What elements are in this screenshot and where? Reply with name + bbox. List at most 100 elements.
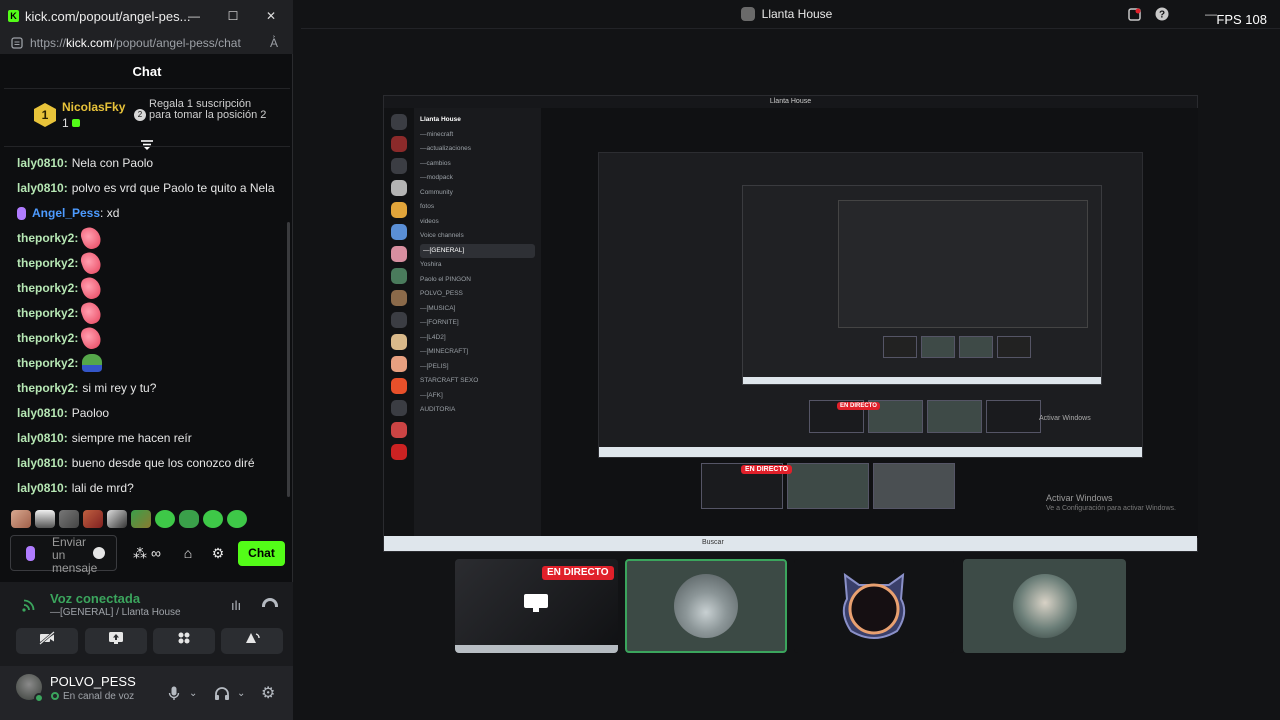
pepe-emote-icon xyxy=(82,354,103,372)
nested-channel: POLVO_PESS xyxy=(420,290,463,297)
nested-server-header: Llanta House xyxy=(420,116,461,123)
streamer-badge-icon xyxy=(17,206,26,220)
chat-username[interactable]: theporky2: xyxy=(17,231,78,245)
divider xyxy=(301,28,1280,29)
chat-username[interactable]: laly0810: xyxy=(17,181,68,195)
emote-icon[interactable] xyxy=(179,510,199,528)
nested-channel: —actualizaciones xyxy=(420,145,471,152)
chat-message: laly0810: bueno desde que los conozco dir… xyxy=(17,454,255,472)
store-icon[interactable]: ⌂ xyxy=(180,545,196,561)
chat-scrollbar[interactable] xyxy=(287,222,290,497)
noise-suppression-icon[interactable]: ılı xyxy=(231,598,241,613)
chat-username[interactable]: laly0810: xyxy=(17,406,68,420)
address-bar[interactable]: https://kick.com/popout/angel-pess/chat … xyxy=(0,32,293,54)
leader-username[interactable]: NicolasFky xyxy=(62,100,125,114)
chat-username[interactable]: Angel_Pess xyxy=(32,206,100,220)
mic-badge-icon xyxy=(26,546,35,561)
nested-stream-area: EN DIRECTO Activar Windows EN DIRECTO Ac… xyxy=(541,108,1198,538)
minimize-button[interactable]: — xyxy=(186,8,202,24)
emote-icon[interactable] xyxy=(35,510,55,528)
maximize-button[interactable]: ☐ xyxy=(225,8,241,24)
chat-message: theporky2: xyxy=(17,274,104,302)
chat-username[interactable]: theporky2: xyxy=(17,356,78,370)
leader-count: 1 xyxy=(62,116,80,130)
send-chat-button[interactable]: Chat xyxy=(238,541,285,566)
recent-emotes xyxy=(11,508,286,530)
emote-icon[interactable] xyxy=(155,510,175,528)
users-icon[interactable]: ⁂ xyxy=(132,545,148,561)
chat-username[interactable]: theporky2: xyxy=(17,381,78,395)
chevron-down-icon[interactable]: ⌄ xyxy=(189,688,197,699)
emoji-button[interactable] xyxy=(93,547,105,559)
stream-video[interactable]: Llanta House Llanta House —minecraft —ac… xyxy=(383,95,1198,552)
mic-icon[interactable] xyxy=(168,686,180,704)
nested-channel: AUDITORIA xyxy=(420,406,456,413)
emote-icon[interactable] xyxy=(11,510,31,528)
stream-stage: Llanta House ? — FPS 108 Llanta House Ll… xyxy=(293,0,1280,720)
url-text[interactable]: https://kick.com/popout/angel-pess/chat xyxy=(30,36,241,50)
chat-username[interactable]: laly0810: xyxy=(17,156,68,170)
nested-taskbar xyxy=(599,447,1142,457)
chat-username[interactable]: theporky2: xyxy=(17,256,78,270)
settings-icon[interactable]: ⚙ xyxy=(210,545,226,561)
stream-tile-avatar-duo[interactable] xyxy=(963,559,1126,653)
voice-status-icon xyxy=(51,692,59,700)
emote-icon[interactable] xyxy=(83,510,103,528)
nested-channel: —[MUSICA] xyxy=(420,304,456,312)
stream-tile-avatar-lake[interactable] xyxy=(625,559,787,653)
help-icon[interactable]: ? xyxy=(1154,6,1170,22)
emote-icon[interactable] xyxy=(131,510,151,528)
chat-message: theporky2: xyxy=(17,299,104,327)
nested-window-4 xyxy=(838,200,1088,328)
chat-text: Paoloo xyxy=(71,406,110,420)
nested-channel: Paolo el PINGON xyxy=(420,275,471,283)
emote-icon[interactable] xyxy=(107,510,127,528)
heart-emote-icon xyxy=(79,274,104,302)
read-aloud-icon[interactable]: A͐ xyxy=(270,36,278,50)
nested-search: Buscar xyxy=(702,539,724,546)
inbox-icon[interactable] xyxy=(1126,6,1142,22)
chat-text: si mi rey y tu? xyxy=(82,381,157,395)
kick-logo-icon: K xyxy=(8,10,19,22)
chat-username[interactable]: theporky2: xyxy=(17,331,78,345)
svg-text:?: ? xyxy=(1159,10,1165,21)
chat-username[interactable]: laly0810: xyxy=(17,481,68,495)
close-button[interactable]: ✕ xyxy=(263,8,279,24)
chat-message: laly0810: polvo es vrd que Paolo te quito… xyxy=(17,179,275,197)
emote-icon[interactable] xyxy=(59,510,79,528)
chat-text: : xd xyxy=(100,206,120,220)
chat-message: theporky2: xyxy=(17,324,104,352)
headphones-icon[interactable] xyxy=(214,686,230,704)
avatar xyxy=(674,574,738,638)
activities-button[interactable] xyxy=(153,628,215,654)
chat-text: Nela con Paolo xyxy=(71,156,154,170)
chat-text: polvo es vrd que Paolo te quito a Nela xyxy=(71,181,275,195)
chat-header: Chat xyxy=(4,54,290,89)
chat-username[interactable]: theporky2: xyxy=(17,306,78,320)
emote-icon[interactable] xyxy=(227,510,247,528)
leaderboard: 1 NicolasFky 1 2 Regala 1 suscripción pa… xyxy=(4,89,290,147)
heart-emote-icon xyxy=(79,224,104,252)
site-info-icon[interactable] xyxy=(11,37,23,49)
infinity-icon[interactable]: ∞ xyxy=(148,545,164,561)
stream-tile-avatar-frame[interactable] xyxy=(794,559,954,653)
emote-icon[interactable] xyxy=(203,510,223,528)
chat-username[interactable]: laly0810: xyxy=(17,456,68,470)
chat-message: laly0810: lali de mrd? xyxy=(17,479,134,497)
chat-username[interactable]: laly0810: xyxy=(17,431,68,445)
soundboard-button[interactable] xyxy=(221,628,283,654)
screen-share-button[interactable] xyxy=(85,628,147,654)
chevron-down-icon[interactable]: ⌄ xyxy=(237,688,245,699)
chat-username[interactable]: theporky2: xyxy=(17,281,78,295)
chat-text: lali de mrd? xyxy=(71,481,134,495)
chat-input[interactable]: Enviar un mensaje xyxy=(10,535,117,575)
voice-status[interactable]: Voz conectada xyxy=(50,591,140,606)
username[interactable]: POLVO_PESS xyxy=(50,674,136,689)
nested-server-list xyxy=(384,108,414,538)
settings-gear-icon[interactable]: ⚙ xyxy=(261,683,275,703)
camera-off-button[interactable] xyxy=(16,628,78,654)
disconnect-icon[interactable] xyxy=(262,598,278,607)
chat-message: theporky2: si mi rey y tu? xyxy=(17,379,156,397)
voice-channel[interactable]: —[GENERAL] / Llanta House xyxy=(50,607,181,618)
chat-message: theporky2: xyxy=(17,354,103,372)
